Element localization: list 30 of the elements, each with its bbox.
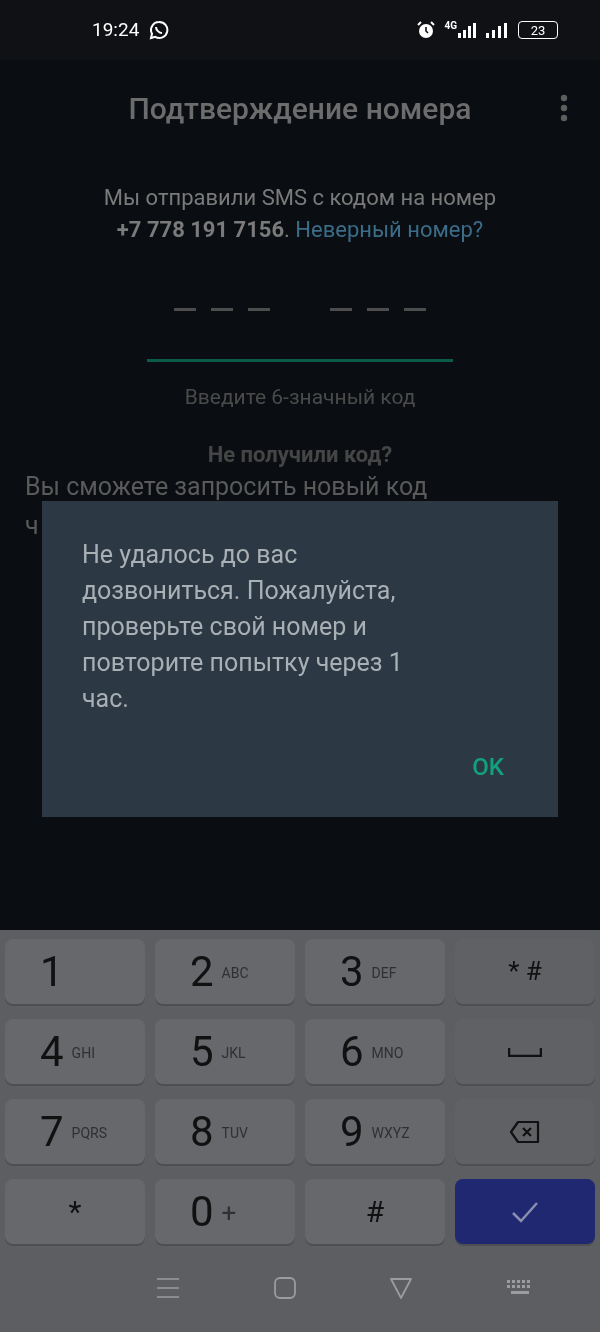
keyboard-key[interactable]: # xyxy=(305,1179,445,1244)
status-time: 19:24 xyxy=(92,16,140,43)
screen-title: Подтверждение номера xyxy=(128,89,472,128)
wrong-number-link[interactable]: Неверный номер? xyxy=(295,217,484,242)
keyboard-key[interactable]: 1 xyxy=(5,939,145,1004)
code-hint: Введите 6-значный код xyxy=(183,384,417,411)
keyboard-icon[interactable] xyxy=(506,1280,533,1296)
sms-message: Мы отправили SMS с кодом на номер +7 778 191 7156. Неверный номер? xyxy=(102,184,498,244)
backspace-icon xyxy=(509,1119,541,1144)
alarm-icon xyxy=(416,20,437,40)
resend-text: ч xyxy=(25,509,40,542)
chat-icon xyxy=(149,20,170,40)
check-icon xyxy=(511,1200,539,1223)
menu-icon[interactable] xyxy=(157,1277,180,1299)
battery-indicator: 23 xyxy=(518,21,558,39)
signal-icon xyxy=(486,22,510,38)
keyboard-key[interactable]: * xyxy=(5,1179,145,1244)
resend-text: Вы сможете запросить новый код xyxy=(25,472,429,501)
keyboard-key[interactable]: 0 + xyxy=(155,1179,295,1244)
signal-icon xyxy=(458,22,478,38)
resend-heading: Не получили код? xyxy=(206,440,394,469)
dialog-message: Не удалось до вас дозвониться. Пожалуйста, проверьте свой номер и повторите попытку через 1 час. xyxy=(82,539,404,715)
network-label: 4G xyxy=(444,19,457,33)
home-icon[interactable] xyxy=(273,1277,296,1299)
digit-placeholder-icon xyxy=(174,308,270,312)
digit-placeholder-icon xyxy=(330,308,426,312)
more-icon[interactable] xyxy=(560,94,568,122)
ok-button[interactable]: OK xyxy=(472,749,504,785)
space-icon xyxy=(508,1046,542,1057)
back-icon[interactable] xyxy=(390,1277,413,1299)
